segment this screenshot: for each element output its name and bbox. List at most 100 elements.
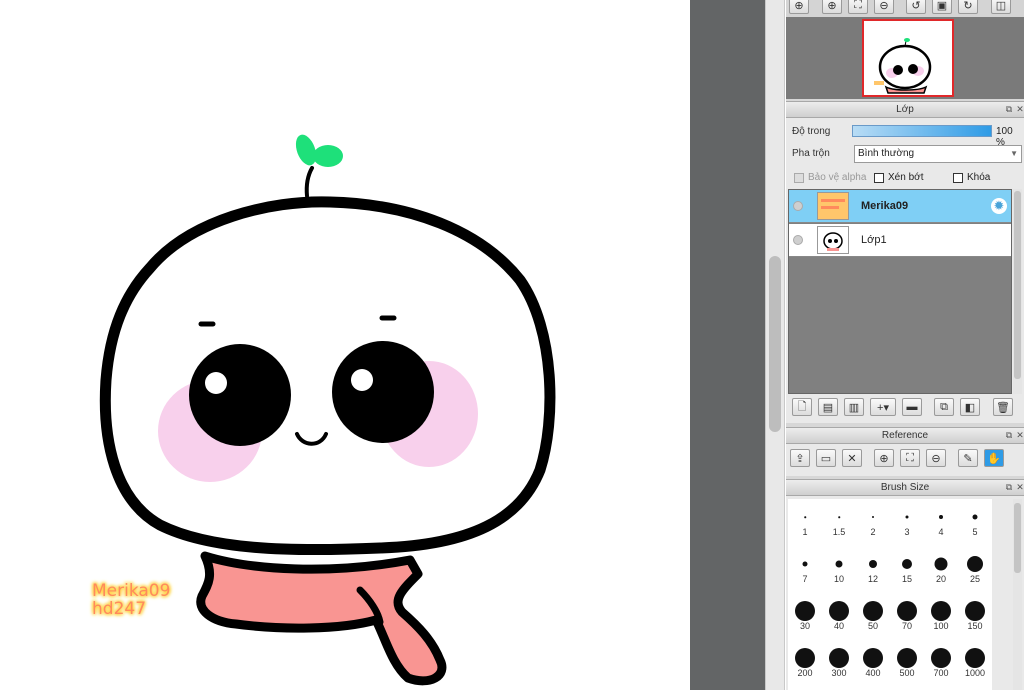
open-folder-icon[interactable]: ▭ (816, 449, 836, 467)
brush-size-option[interactable]: 25 (958, 550, 992, 588)
zoom-fit-icon[interactable]: ⊕ (789, 0, 809, 14)
brush-size-option[interactable]: 150 (958, 597, 992, 635)
brush-size-option[interactable]: 3 (890, 503, 924, 541)
layer-row-merika09[interactable]: Merika09 ✹ (789, 190, 1011, 223)
brush-size-option[interactable]: 15 (890, 550, 924, 588)
layer-list-scrollbar[interactable] (1013, 189, 1022, 394)
scrollbar-thumb[interactable] (1014, 503, 1021, 573)
brush-size-label: 4 (938, 527, 944, 537)
brush-preview-dot (835, 560, 843, 568)
brush-size-option[interactable]: 50 (856, 597, 890, 635)
brush-size-option[interactable]: 40 (822, 597, 856, 635)
hand-icon[interactable]: ✋ (984, 449, 1004, 467)
close-icon[interactable]: ✕ (842, 449, 862, 467)
chevron-down-icon: ▼ (1010, 149, 1018, 158)
brush-size-option[interactable]: 2 (856, 503, 890, 541)
close-icon[interactable]: ✕ (1015, 482, 1024, 492)
new-layer-icon[interactable]: 🗋 (792, 398, 812, 416)
close-icon[interactable]: ✕ (1015, 430, 1024, 440)
blend-mode-select[interactable]: Bình thường ▼ (854, 145, 1022, 163)
detach-icon[interactable]: ⧉ (1004, 482, 1014, 492)
fit-window-icon[interactable]: ⛶ (848, 0, 868, 14)
reference-panel: Reference ⧉ ✕ ⇪ ▭ ✕ ⊕ ⛶ ⊖ ✎ ✋ (786, 427, 1024, 476)
fit-window-icon[interactable]: ⛶ (900, 449, 920, 467)
rotate-left-icon[interactable]: ↺ (906, 0, 926, 14)
opacity-slider[interactable] (852, 125, 992, 137)
brush-size-option[interactable]: 100 (924, 597, 958, 635)
eyedropper-icon[interactable]: ✎ (958, 449, 978, 467)
navigator-view[interactable] (786, 17, 1024, 99)
drawing-canvas[interactable]: Merika09 hd247 (0, 0, 690, 690)
brush-size-option[interactable]: 5 (958, 503, 992, 541)
brush-size-label: 100 (933, 621, 949, 631)
brush-size-label: 7 (802, 574, 808, 584)
protect-alpha-checkbox[interactable]: Bảo vệ alpha (794, 172, 866, 183)
flip-icon[interactable]: ▣ (932, 0, 952, 14)
trash-icon[interactable]: 🗑 (993, 398, 1013, 416)
visibility-icon[interactable] (793, 201, 803, 211)
navigator-toolbar: ⊕ ⊕ ⛶ ⊖ ↺ ▣ ↻ ◫ (786, 0, 1024, 17)
brush-size-option[interactable]: 4 (924, 503, 958, 541)
brush-preview-dot (795, 601, 815, 621)
brush-size-label: 30 (799, 621, 810, 631)
reference-toolbar: ⇪ ▭ ✕ ⊕ ⛶ ⊖ ✎ ✋ (786, 447, 1024, 473)
zoom-out-icon[interactable]: ⊖ (926, 449, 946, 467)
brush-preview-dot (939, 515, 943, 519)
lock-checkbox[interactable]: Khóa (953, 172, 990, 183)
brush-preview-dot (829, 601, 849, 621)
visibility-icon[interactable] (793, 235, 803, 245)
zoom-in-icon[interactable]: ⊕ (874, 449, 894, 467)
brush-size-option[interactable]: 200 (788, 644, 822, 682)
brush-panel-scrollbar[interactable] (1013, 499, 1022, 690)
rotate-right-icon[interactable]: ↻ (958, 0, 978, 14)
protect-alpha-label: Bảo vệ alpha (808, 172, 867, 183)
brush-size-option[interactable]: 20 (924, 550, 958, 588)
layer-thumbnail (817, 226, 849, 254)
zoom-in-icon[interactable]: ⊕ (822, 0, 842, 14)
detach-icon[interactable]: ⧉ (1004, 104, 1014, 114)
brush-size-option[interactable]: 7 (788, 550, 822, 588)
brush-preview-dot (869, 560, 877, 568)
right-dock: ⊕ ⊕ ⛶ ⊖ ↺ ▣ ↻ ◫ Lớp ⧉ ✕ Độ trong 100 % P… (786, 0, 1024, 690)
folder-icon[interactable]: ▬ (902, 398, 922, 416)
brush-size-option[interactable]: 500 (890, 644, 924, 682)
brush-preview-dot (902, 559, 912, 569)
layer-row-lop1[interactable]: Lớp1 (789, 224, 1011, 257)
duplicate-icon[interactable]: ⧉ (934, 398, 954, 416)
brush-size-option[interactable]: 70 (890, 597, 924, 635)
brush-size-option[interactable]: 10 (822, 550, 856, 588)
canvas-gutter (690, 0, 765, 690)
brush-size-grid: 1 1.5 2 3 4 5 7 10 12 15 20 25 30 40 50 70 100 150 200 300 4… (788, 499, 992, 690)
reference-panel-title: Reference (881, 430, 929, 441)
close-icon[interactable]: ✕ (1015, 104, 1024, 114)
gear-icon[interactable]: ✹ (991, 198, 1007, 214)
watermark-line2: hd247 (92, 599, 147, 619)
brush-size-option[interactable]: 700 (924, 644, 958, 682)
split-icon[interactable]: ◫ (991, 0, 1011, 14)
brush-preview-dot (965, 648, 985, 668)
navigator-thumbnail[interactable] (862, 19, 954, 97)
scrollbar-thumb[interactable] (1014, 191, 1021, 379)
canvas-vertical-scrollbar[interactable] (765, 0, 785, 690)
brush-size-option[interactable]: 12 (856, 550, 890, 588)
brush-size-option[interactable]: 30 (788, 597, 822, 635)
brush-size-option[interactable]: 1.5 (822, 503, 856, 541)
add-layer-menu-icon[interactable]: +▾ (870, 398, 896, 416)
zoom-out-icon[interactable]: ⊖ (874, 0, 894, 14)
layer-panel-title: Lớp (896, 104, 914, 115)
thumbnail-image (874, 38, 932, 94)
clipping-checkbox[interactable]: Xén bớt (874, 172, 923, 183)
brush-size-option[interactable]: 1000 (958, 644, 992, 682)
new-raster-layer-icon[interactable]: ▤ (818, 398, 838, 416)
scrollbar-thumb[interactable] (769, 256, 781, 432)
brush-preview-dot (863, 601, 883, 621)
upload-icon[interactable]: ⇪ (790, 449, 810, 467)
brush-preview-dot (934, 557, 948, 571)
brush-size-panel: Brush Size ⧉ ✕ 1 1.5 2 3 4 5 7 10 12 15 20 25 30 40 50… (786, 479, 1024, 690)
detach-icon[interactable]: ⧉ (1004, 430, 1014, 440)
brush-size-option[interactable]: 1 (788, 503, 822, 541)
merge-icon[interactable]: ◧ (960, 398, 980, 416)
brush-size-option[interactable]: 400 (856, 644, 890, 682)
brush-size-option[interactable]: 300 (822, 644, 856, 682)
new-text-layer-icon[interactable]: ▥ (844, 398, 864, 416)
